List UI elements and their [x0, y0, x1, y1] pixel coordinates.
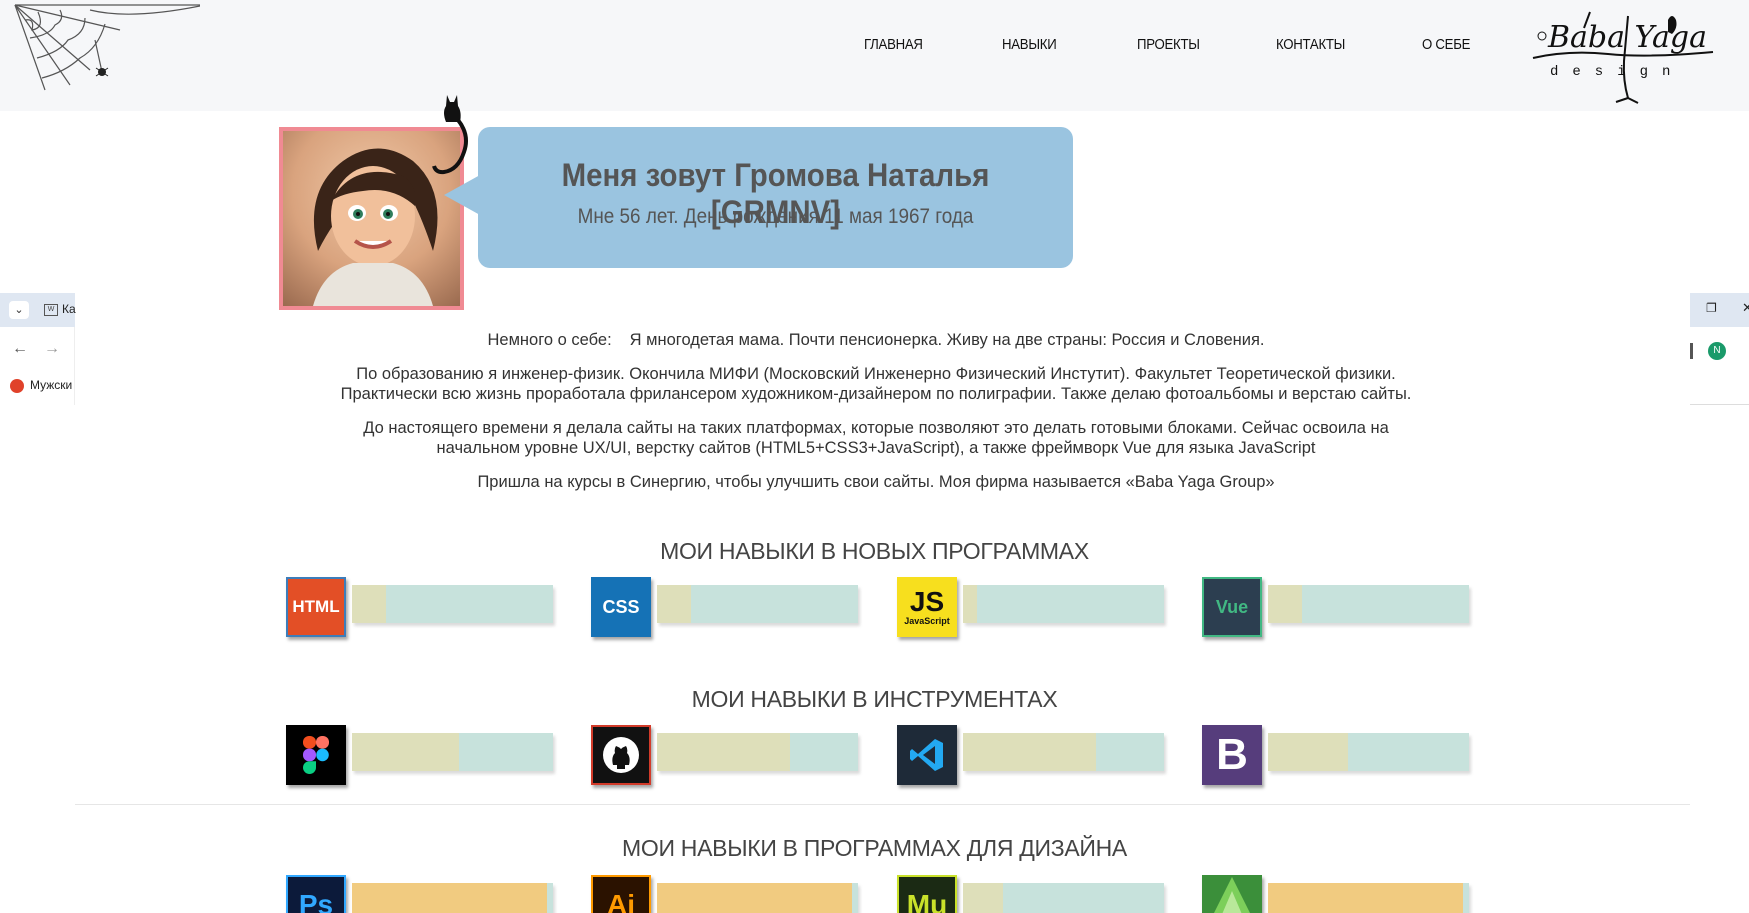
- skill-html: HTML: [286, 577, 556, 639]
- skill-figma: [286, 725, 556, 787]
- back-arrow-icon[interactable]: ←: [12, 340, 28, 358]
- tab-favicon-icon: W: [44, 304, 58, 316]
- skill-bar-muse: [963, 883, 1164, 913]
- skill-illustrator: Ai: [591, 875, 861, 913]
- intro-bubble: Меня зовут Громова Наталья [GRMNV] Мне 5…: [478, 127, 1073, 268]
- nav-item-home[interactable]: ГЛАВНАЯ: [864, 36, 923, 53]
- toolbar-bottom-line: [1690, 404, 1749, 405]
- bootstrap-icon: B: [1202, 725, 1262, 785]
- vue-icon: Vue: [1202, 577, 1262, 637]
- skill-bar-vue: [1268, 585, 1469, 623]
- skill-fill-vscode: [963, 733, 1096, 771]
- javascript-icon-sublabel: JavaScript: [904, 616, 950, 626]
- browser-overlay-right: ❐ ✕ N: [1690, 293, 1749, 405]
- skill-bar-illustrator: [657, 883, 858, 913]
- muse-icon: Mu: [897, 875, 957, 913]
- tab-title[interactable]: Ка: [62, 302, 76, 316]
- logo-main-text: Baba Yaga: [1548, 20, 1708, 55]
- nav-item-projects[interactable]: ПРОЕКТЫ: [1137, 36, 1200, 53]
- vscode-logo: [910, 739, 943, 771]
- html-icon: HTML: [286, 577, 346, 637]
- photoshop-icon: Ps: [286, 875, 346, 913]
- about-paragraph-3: До настоящего времени я делала сайты на …: [363, 419, 1389, 457]
- figma-logo: [303, 736, 329, 774]
- skill-bar-corel: [1268, 883, 1469, 913]
- forward-arrow-icon[interactable]: →: [44, 340, 60, 358]
- profile-avatar[interactable]: N: [1708, 342, 1726, 360]
- nav-item-skills[interactable]: НАВЫКИ: [1002, 36, 1057, 53]
- skill-fill-vue: [1268, 585, 1303, 623]
- illustrator-icon: Ai: [591, 875, 651, 913]
- browser-overlay-left: ⌄ W Ка ← → Мужски: [0, 293, 76, 405]
- skill-fill-javascript: [963, 585, 978, 623]
- skill-fill-github: [657, 733, 790, 771]
- skill-bar-github: [657, 733, 858, 771]
- skill-bar-photoshop: [352, 883, 553, 913]
- javascript-icon: JS JavaScript: [897, 577, 957, 637]
- main-nav: ГЛАВНАЯ НАВЫКИ ПРОЕКТЫ КОНТАКТЫ О СЕБЕ: [0, 36, 1749, 58]
- section-title-tools: МОИ НАВЫКИ В ИНСТРУМЕНТАХ: [691, 686, 1058, 712]
- profile-subtitle: Мне 56 лет. День рождения 11 мая 1967 го…: [577, 205, 974, 228]
- corel-icon: [1202, 875, 1262, 913]
- skill-fill-css: [657, 585, 692, 623]
- bookmark-favicon-icon: [10, 379, 24, 393]
- github-logo: [603, 737, 639, 773]
- skill-bar-figma: [352, 733, 553, 771]
- skill-css: CSS: [591, 577, 861, 639]
- section-title-design-programs: МОИ НАВЫКИ В ПРОГРАММАХ ДЛЯ ДИЗАЙНА: [622, 835, 1127, 861]
- nav-item-contacts[interactable]: КОНТАКТЫ: [1276, 36, 1345, 53]
- skill-photoshop: Ps: [286, 875, 556, 913]
- figma-icon: [286, 725, 346, 785]
- about-paragraph-1: Немного о себе: Я многодетая мама. Почти …: [340, 330, 1412, 350]
- skill-muse: Mu: [897, 875, 1167, 913]
- skill-bar-html: [352, 585, 553, 623]
- skill-fill-corel: [1268, 883, 1463, 913]
- skill-javascript: JS JavaScript: [897, 577, 1167, 639]
- corel-logo: [1214, 877, 1250, 913]
- skill-bar-bootstrap: [1268, 733, 1469, 771]
- skill-bootstrap: B: [1202, 725, 1472, 787]
- skill-github: [591, 725, 861, 787]
- site-logo[interactable]: Baba Yaga design: [1528, 6, 1718, 106]
- skill-vscode: [897, 725, 1167, 787]
- restore-icon[interactable]: ❐: [1706, 301, 1717, 315]
- skill-bar-javascript: [963, 585, 1164, 623]
- about-label: Немного о себе:: [487, 331, 612, 349]
- nav-item-about[interactable]: О СЕБЕ: [1422, 36, 1470, 53]
- skill-bar-css: [657, 585, 858, 623]
- skill-fill-figma: [352, 733, 459, 771]
- vscode-icon: [897, 725, 957, 785]
- skill-fill-muse: [963, 883, 1004, 913]
- logo-sub-text: design: [1550, 64, 1685, 80]
- site-header: ГЛАВНАЯ НАВЫКИ ПРОЕКТЫ КОНТАКТЫ О СЕБЕ B…: [0, 0, 1749, 111]
- chevron-down-icon[interactable]: ⌄: [9, 301, 29, 319]
- cat-icon: [432, 95, 468, 175]
- toolbar-divider: [1690, 343, 1693, 359]
- skill-fill-photoshop: [352, 883, 547, 913]
- skill-fill-illustrator: [657, 883, 852, 913]
- tab-strip: ⌄ W Ка: [0, 293, 76, 327]
- section-divider: [75, 804, 1690, 805]
- skill-bar-vscode: [963, 733, 1164, 771]
- skill-fill-bootstrap: [1268, 733, 1349, 771]
- section-title-new-programs: МОИ НАВЫКИ В НОВЫХ ПРОГРАММАХ: [660, 538, 1089, 564]
- skill-vue: Vue: [1202, 577, 1472, 639]
- about-paragraph-4: Пришла на курсы в Синергию, чтобы улучши…: [477, 473, 1275, 491]
- css-icon: CSS: [591, 577, 651, 637]
- javascript-icon-label: JS: [909, 586, 945, 617]
- close-icon[interactable]: ✕: [1742, 300, 1749, 316]
- skill-fill-html: [352, 585, 387, 623]
- about-paragraph-2: По образованию я инженер-физик. Окончила…: [340, 365, 1412, 403]
- about-line-1: Я многодетая мама. Почти пенсионерка. Жи…: [629, 331, 1265, 349]
- github-icon: [591, 725, 651, 785]
- bubble-tail: [444, 175, 480, 215]
- window-controls: ❐ ✕: [1690, 293, 1749, 327]
- about-text: Немного о себе: Я многодетая мама. Почти …: [340, 330, 1412, 506]
- bookmark-label[interactable]: Мужски: [30, 378, 72, 392]
- skill-corel: [1202, 875, 1472, 913]
